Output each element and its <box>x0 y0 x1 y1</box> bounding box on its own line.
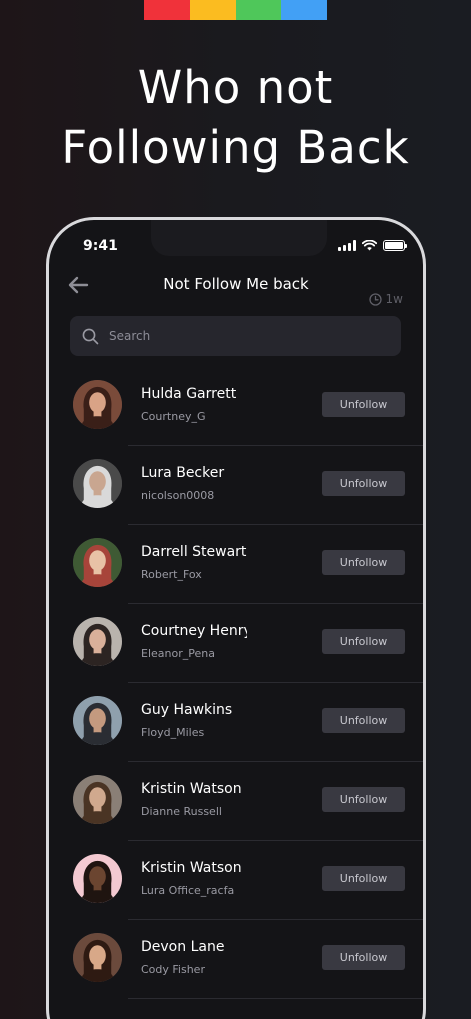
color-bar-blue <box>281 0 327 20</box>
avatar-photo <box>73 933 122 982</box>
avatar-photo <box>73 617 122 666</box>
unfollow-button[interactable]: Unfollow <box>322 629 405 654</box>
user-handle: Courtney_G <box>141 410 206 423</box>
avatar[interactable] <box>73 538 122 587</box>
avatar-photo <box>73 538 122 587</box>
user-handle: Floyd_Miles <box>141 726 205 739</box>
user-list: Hulda Garrett Courtney_G Unfollow Lura B… <box>49 367 423 999</box>
status-bar-icons <box>338 240 407 251</box>
user-handle: Eleanor_Pena <box>141 647 215 660</box>
avatar[interactable] <box>73 933 122 982</box>
row-divider <box>128 998 423 999</box>
user-name: Devon Lane <box>141 939 225 955</box>
list-item: Courtney Henry Eleanor_Pena Unfollow <box>49 604 423 683</box>
avatar[interactable] <box>73 380 122 429</box>
brand-color-bar <box>144 0 327 20</box>
avatar-photo <box>73 854 122 903</box>
wifi-icon <box>362 240 377 251</box>
cellular-signal-icon <box>338 240 356 251</box>
unfollow-button[interactable]: Unfollow <box>322 787 405 812</box>
avatar[interactable] <box>73 459 122 508</box>
unfollow-button[interactable]: Unfollow <box>322 708 405 733</box>
phone-notch <box>151 220 327 256</box>
user-name: Guy Hawkins <box>141 702 233 718</box>
color-bar-yellow <box>189 0 236 20</box>
avatar[interactable] <box>73 617 122 666</box>
list-item: Guy Hawkins Floyd_Miles Unfollow <box>49 683 423 762</box>
headline-line-1: Who not <box>137 61 334 114</box>
user-name: Darrell Stewart <box>141 544 247 560</box>
user-handle: Dianne Russell <box>141 805 222 818</box>
search-icon <box>82 328 99 344</box>
list-item: Hulda Garrett Courtney_G Unfollow <box>49 367 423 446</box>
list-item: Lura Becker nicolson0008 Unfollow <box>49 446 423 525</box>
list-item: Devon Lane Cody Fisher Unfollow <box>49 920 423 999</box>
avatar[interactable] <box>73 775 122 824</box>
avatar-photo <box>73 775 122 824</box>
headline-line-2: Following Back <box>61 121 410 174</box>
clock-icon <box>368 292 382 306</box>
unfollow-button[interactable]: Unfollow <box>322 945 405 970</box>
list-item: Kristin Watson Lura Office_racfa Unfollo… <box>49 841 423 920</box>
unfollow-button[interactable]: Unfollow <box>322 392 405 417</box>
user-name: Kristin Watson <box>141 860 242 876</box>
battery-icon <box>383 240 407 251</box>
screen-title: Not Follow Me back <box>163 275 309 293</box>
avatar-photo <box>73 380 122 429</box>
user-name: Courtney Henry <box>141 623 247 639</box>
user-name: Hulda Garrett <box>141 386 237 402</box>
avatar[interactable] <box>73 854 122 903</box>
user-handle: nicolson0008 <box>141 489 215 502</box>
color-bar-red <box>144 0 190 20</box>
user-handle: Lura Office_racfa <box>141 884 235 897</box>
unfollow-button[interactable]: Unfollow <box>322 471 405 496</box>
avatar-photo <box>73 696 122 745</box>
time-filter-badge[interactable]: 1w <box>368 292 403 306</box>
avatar[interactable] <box>73 696 122 745</box>
color-bar-green <box>235 0 282 20</box>
user-handle: Robert_Fox <box>141 568 202 581</box>
phone-frame: 9:41 Not Follow Me back 1w Search Hulda … <box>46 217 426 1019</box>
status-bar-time: 9:41 <box>83 238 118 254</box>
user-name: Kristin Watson <box>141 781 242 797</box>
unfollow-button[interactable]: Unfollow <box>322 866 405 891</box>
search-input[interactable] <box>109 329 379 343</box>
avatar-photo <box>73 459 122 508</box>
unfollow-button[interactable]: Unfollow <box>322 550 405 575</box>
user-handle: Cody Fisher <box>141 963 205 976</box>
search-bar[interactable] <box>70 316 401 356</box>
list-item: Darrell Stewart Robert_Fox Unfollow <box>49 525 423 604</box>
promo-headline: Who not Following Back <box>0 58 471 178</box>
user-name: Lura Becker <box>141 465 225 481</box>
list-item: Kristin Watson Dianne Russell Unfollow <box>49 762 423 841</box>
time-badge-label: 1w <box>385 292 403 306</box>
